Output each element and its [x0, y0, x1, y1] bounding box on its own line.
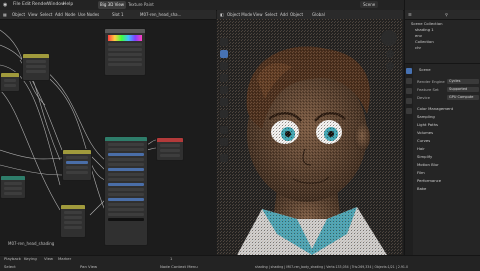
viewport-type-icon[interactable]: ◧ — [220, 11, 224, 18]
tool-rotate[interactable] — [220, 86, 228, 94]
viewport-menu-select[interactable]: Select — [265, 11, 277, 18]
mode-selector[interactable]: Object Mode — [227, 11, 252, 18]
panel-hair[interactable]: Hair — [417, 146, 425, 151]
device-label: Device — [417, 95, 430, 100]
viewport-menu-view[interactable]: View — [253, 11, 263, 18]
menu-help[interactable]: Help — [63, 1, 73, 9]
node-mix[interactable] — [60, 204, 86, 238]
tool-add-cube[interactable] — [220, 154, 228, 162]
tool-transform[interactable] — [220, 110, 228, 118]
filter-icon[interactable]: ⚲ — [445, 11, 448, 18]
status-bar: Playback Keying View Marker 1 Select Pan… — [0, 255, 480, 271]
render-properties-tab[interactable] — [406, 68, 412, 74]
viewport-menu-object[interactable]: Object — [290, 11, 303, 18]
transform-orientation[interactable]: Global — [312, 11, 325, 18]
panel-motion-blur[interactable]: Motion Blur — [417, 162, 439, 167]
tool-cursor[interactable] — [220, 62, 228, 70]
tool-select-box[interactable] — [220, 50, 228, 58]
pan-icon[interactable] — [386, 62, 394, 70]
output-properties-tab[interactable] — [406, 78, 412, 84]
status-select: Select — [4, 264, 16, 269]
feature-set-label: Feature Set — [417, 87, 439, 92]
character-render — [217, 19, 403, 255]
feature-set-select[interactable]: Supported — [447, 87, 479, 92]
tool-scale[interactable] — [220, 98, 228, 106]
outliner-item-env[interactable]: env — [415, 33, 422, 38]
panel-sampling[interactable]: Sampling — [417, 114, 435, 119]
status-scene-info: shading | shading | M07-ren_body_shading… — [255, 265, 408, 269]
node-principled-bsdf[interactable] — [104, 136, 148, 246]
tab-texture-paint[interactable]: Texture Paint — [126, 1, 156, 9]
outliner-header: ☰ ⚲ — [405, 10, 480, 20]
panel-color-management[interactable]: Color Management — [417, 106, 453, 111]
outliner-icon[interactable]: ☰ — [408, 11, 412, 18]
panel-bake[interactable]: Bake — [417, 186, 426, 191]
scene-selector[interactable]: Scene — [360, 1, 379, 8]
node-mapping[interactable] — [22, 53, 50, 81]
menu-render[interactable]: Render — [32, 1, 48, 9]
timeline-marker-menu[interactable]: Marker — [58, 256, 71, 262]
viewport-menu-add[interactable]: Add — [280, 11, 288, 18]
viewport-3d[interactable]: ◧ Object Mode View Select Add Object Glo… — [217, 10, 403, 255]
world-properties-tab[interactable] — [406, 108, 412, 114]
view-layer-tab[interactable] — [406, 88, 412, 94]
tool-measure[interactable] — [220, 138, 228, 146]
tab-big-3d-view[interactable]: Big 3D View — [98, 1, 127, 9]
blender-logo-icon[interactable]: ◉ — [3, 2, 7, 8]
node-material-output[interactable] — [156, 137, 184, 161]
material-name-label: M07-ren_head_shading — [8, 241, 55, 246]
scene-properties-tab[interactable] — [406, 98, 412, 104]
outliner-item-shading[interactable]: shading 1 — [415, 27, 434, 32]
panel-volumes[interactable]: Volumes — [417, 130, 433, 135]
node-image-texture-top[interactable] — [104, 28, 146, 76]
tool-move[interactable] — [220, 74, 228, 82]
device-select[interactable]: GPU Compute — [447, 95, 479, 100]
panel-performance[interactable]: Performance — [417, 178, 441, 183]
panel-divider — [405, 63, 480, 64]
properties-scene-title: Scene — [419, 67, 431, 72]
tool-tweak[interactable] — [220, 38, 228, 46]
navigation-gizmo[interactable] — [381, 30, 397, 46]
outliner-item-collection[interactable]: Collection — [415, 39, 434, 44]
render-engine-select[interactable]: Cycles — [447, 79, 479, 84]
node-texcoord[interactable] — [0, 72, 20, 92]
current-frame-field[interactable]: 1 — [170, 256, 172, 262]
right-panels: ☰ ⚲ Scene Collection shading 1 env Colle… — [404, 0, 480, 255]
panel-simplify[interactable]: Simplify — [417, 154, 432, 159]
node-noise[interactable] — [0, 175, 26, 199]
menu-file[interactable]: File — [13, 1, 21, 9]
node-color-ramp[interactable] — [62, 149, 92, 181]
timeline-playback-menu[interactable]: Playback — [4, 256, 21, 262]
menu-edit[interactable]: Edit — [22, 1, 31, 9]
render-engine-label: Render Engine — [417, 79, 445, 84]
status-context-menu: Node Context Menu — [160, 264, 198, 269]
panel-curves[interactable]: Curves — [417, 138, 430, 143]
tool-annotate[interactable] — [220, 126, 228, 134]
outliner-scene-collection[interactable]: Scene Collection — [411, 21, 443, 26]
timeline-view-menu[interactable]: View — [44, 256, 53, 262]
outliner-item-chr[interactable]: chr — [415, 45, 421, 50]
zoom-icon[interactable] — [386, 50, 394, 58]
timeline-keying-menu[interactable]: Keying — [24, 256, 37, 262]
status-pan-view: Pan View — [80, 264, 98, 269]
panel-light-paths[interactable]: Light Paths — [417, 122, 438, 127]
node-editor[interactable]: ▦ Object View Select Add Node Use Nodes … — [0, 10, 216, 255]
panel-film[interactable]: Film — [417, 170, 425, 175]
